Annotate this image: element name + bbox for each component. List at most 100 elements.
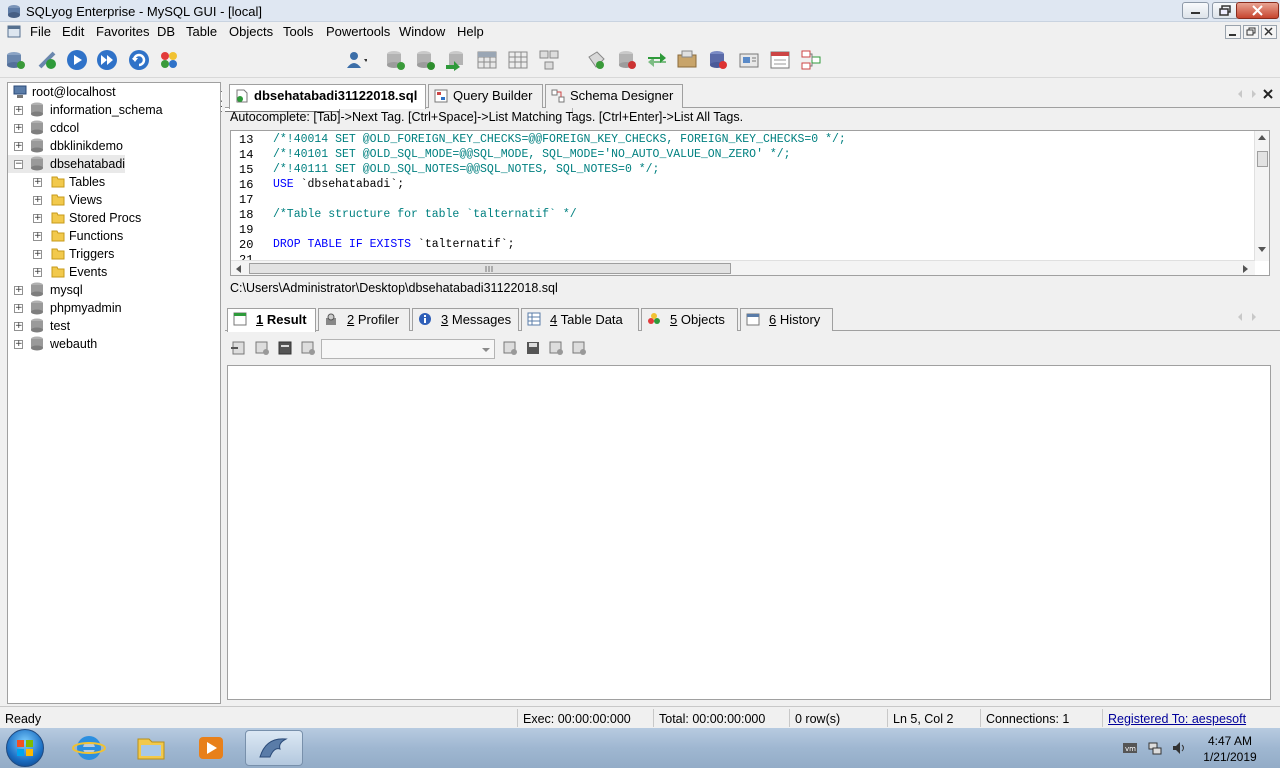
- editor-horizontal-scrollbar[interactable]: [231, 260, 1255, 275]
- expand-icon[interactable]: +: [33, 196, 42, 205]
- export-icon[interactable]: [230, 340, 246, 356]
- registered-link[interactable]: Registered To: aespesoft: [1108, 712, 1246, 726]
- tree-db-phpmyadmin[interactable]: + phpmyadmin: [8, 299, 122, 317]
- expand-icon[interactable]: +: [33, 268, 42, 277]
- scroll-left-icon[interactable]: [235, 265, 241, 273]
- scroll-right-icon[interactable]: [1243, 265, 1249, 273]
- expand-icon[interactable]: +: [14, 322, 23, 331]
- sql-editor[interactable]: 13 14 15 16 17 18 19 20 21 /*!40014 SET …: [230, 130, 1270, 276]
- tree-db-test[interactable]: + test: [8, 317, 70, 335]
- scrollbar-thumb[interactable]: [1257, 151, 1268, 167]
- menu-table[interactable]: Table: [186, 24, 217, 39]
- user-manager-icon[interactable]: [345, 49, 367, 71]
- volume-icon[interactable]: [1172, 741, 1186, 755]
- taskbar-sqlyog[interactable]: [245, 730, 303, 766]
- mdi-restore-button[interactable]: [1243, 25, 1259, 39]
- delete-row-icon[interactable]: [548, 340, 564, 356]
- tab-query-builder[interactable]: Query Builder: [428, 84, 543, 108]
- tab-messages[interactable]: 3 Messages: [412, 308, 519, 331]
- menu-objects[interactable]: Objects: [229, 24, 273, 39]
- backup-icon[interactable]: [616, 49, 638, 71]
- minimize-button[interactable]: [1182, 2, 1209, 19]
- start-button[interactable]: [6, 729, 44, 767]
- tab-result[interactable]: 1 Result: [227, 308, 316, 332]
- menu-edit[interactable]: Edit: [62, 24, 84, 39]
- tree-db-webauth[interactable]: + webauth: [8, 335, 97, 353]
- tree-db-mysql[interactable]: + mysql: [8, 281, 83, 299]
- close-button[interactable]: [1236, 2, 1279, 19]
- vmware-tools-icon[interactable]: vm: [1123, 741, 1137, 755]
- menu-db[interactable]: DB: [157, 24, 175, 39]
- schema-icon[interactable]: [538, 49, 560, 71]
- query-builder-icon[interactable]: [676, 49, 698, 71]
- menu-window[interactable]: Window: [399, 24, 445, 39]
- tab-query-file[interactable]: dbsehatabadi31122018.sql: [229, 84, 426, 109]
- scrollbar-thumb[interactable]: [249, 263, 731, 274]
- expand-icon[interactable]: +: [14, 124, 23, 133]
- tab-table-data[interactable]: 4 Table Data: [521, 308, 639, 331]
- execute-query-icon[interactable]: [66, 49, 88, 71]
- scheduled-backup-icon[interactable]: [707, 49, 729, 71]
- expand-icon[interactable]: +: [33, 250, 42, 259]
- text-view-icon[interactable]: [300, 340, 316, 356]
- taskbar-file-explorer[interactable]: [122, 730, 180, 766]
- new-connection-icon[interactable]: [4, 49, 26, 71]
- menu-tools[interactable]: Tools: [283, 24, 313, 39]
- result-view-selector[interactable]: [321, 339, 495, 359]
- expand-icon[interactable]: +: [33, 214, 42, 223]
- tree-db-dbsehatabadi[interactable]: − dbsehatabadi: [8, 155, 126, 173]
- form-view-icon[interactable]: [277, 340, 293, 356]
- palette-icon[interactable]: [158, 49, 180, 71]
- execute-all-icon[interactable]: [96, 49, 118, 71]
- result-pane[interactable]: [227, 365, 1271, 700]
- table-data-icon[interactable]: [476, 49, 498, 71]
- tree-folder-stored-procs[interactable]: + Stored Procs: [8, 209, 141, 227]
- expand-icon[interactable]: +: [33, 178, 42, 187]
- mdi-minimize-button[interactable]: [1225, 25, 1241, 39]
- mdi-close-button[interactable]: [1261, 25, 1277, 39]
- table-grid-icon[interactable]: [507, 49, 529, 71]
- expand-icon[interactable]: +: [14, 106, 23, 115]
- connect-icon[interactable]: [36, 49, 58, 71]
- tree-db-dbklinikdemo[interactable]: + dbklinikdemo: [8, 137, 123, 155]
- tab-history[interactable]: 6 History: [740, 308, 833, 331]
- tree-folder-functions[interactable]: + Functions: [8, 227, 123, 245]
- expand-icon[interactable]: +: [14, 142, 23, 151]
- menu-help[interactable]: Help: [457, 24, 484, 39]
- tree-folder-views[interactable]: + Views: [8, 191, 102, 209]
- schema-sync-icon[interactable]: [800, 49, 822, 71]
- tree-folder-tables[interactable]: + Tables: [8, 173, 105, 191]
- cancel-changes-icon[interactable]: [571, 340, 587, 356]
- restore-icon[interactable]: [585, 49, 607, 71]
- sync-icon[interactable]: [646, 49, 668, 71]
- taskbar-internet-explorer[interactable]: [60, 730, 118, 766]
- collapse-icon[interactable]: −: [14, 160, 23, 169]
- sql-template-icon[interactable]: [769, 49, 791, 71]
- close-tab-icon[interactable]: [1262, 88, 1274, 100]
- tree-folder-triggers[interactable]: + Triggers: [8, 245, 114, 263]
- scroll-up-icon[interactable]: [1258, 134, 1266, 140]
- tree-db-cdcol[interactable]: + cdcol: [8, 119, 79, 137]
- pane-splitter[interactable]: [222, 82, 225, 704]
- menu-file[interactable]: File: [30, 24, 51, 39]
- import-icon[interactable]: [444, 49, 466, 71]
- menu-favorites[interactable]: Favorites: [96, 24, 149, 39]
- network-icon[interactable]: [1148, 741, 1162, 755]
- tab-profiler[interactable]: 2 Profiler: [318, 308, 410, 331]
- tab-scroll-arrows-icon[interactable]: [1236, 89, 1258, 99]
- refresh-icon[interactable]: [128, 49, 150, 71]
- tree-folder-events[interactable]: + Events: [8, 263, 107, 281]
- tab-scroll-arrows-icon[interactable]: [1236, 312, 1258, 322]
- insert-row-icon[interactable]: [502, 340, 518, 356]
- save-icon[interactable]: [525, 340, 541, 356]
- scroll-down-icon[interactable]: [1258, 247, 1266, 253]
- copy-grid-icon[interactable]: [254, 340, 270, 356]
- editor-vertical-scrollbar[interactable]: [1254, 131, 1269, 261]
- notification-icon[interactable]: [738, 49, 760, 71]
- system-clock[interactable]: 4:47 AM 1/21/2019: [1195, 733, 1265, 765]
- tab-objects[interactable]: 5 Objects: [641, 308, 738, 331]
- expand-icon[interactable]: +: [14, 340, 23, 349]
- copy-database-icon[interactable]: [414, 49, 436, 71]
- taskbar-media-player[interactable]: [182, 730, 240, 766]
- expand-icon[interactable]: +: [14, 286, 23, 295]
